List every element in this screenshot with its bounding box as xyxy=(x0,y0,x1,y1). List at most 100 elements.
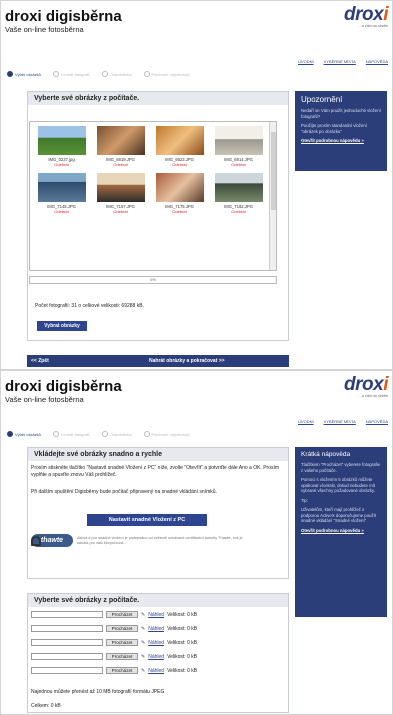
sidebar-text: Uživatelům, kteří mají prohlížeč s podpo… xyxy=(301,507,377,523)
preview-icon: ✎ xyxy=(141,653,146,660)
brand: droxi digisběrna Vaše on-line fotosběrna xyxy=(5,378,122,405)
preview-icon: ✎ xyxy=(141,625,146,632)
droxi-logo[interactable]: droxi ...a cítím se skvěle xyxy=(344,5,388,28)
step-dot xyxy=(52,431,59,437)
file-upload-row: Procházet ✎ Náhled Velikost: 0 kB xyxy=(31,653,197,660)
photo-thumbnail[interactable] xyxy=(96,126,145,155)
sidebar-title: Upozornění xyxy=(301,95,343,104)
remove-photo-link[interactable]: Odebrat xyxy=(211,162,266,167)
step-1: Výběr obrázků xyxy=(7,71,41,77)
brand-title: droxi digisběrna xyxy=(5,8,122,25)
logo-accent-letter: i xyxy=(383,4,388,25)
file-path-input[interactable] xyxy=(31,639,103,646)
step-2: Formát fotografií xyxy=(52,71,90,77)
brand-title: droxi digisběrna xyxy=(5,378,122,395)
screen-upload-gallery: droxi digisběrna Vaše on-line fotosběrna… xyxy=(0,0,393,370)
step-indicator: Výběr obrázků Formát fotografií Objednáv… xyxy=(7,431,190,437)
panel-title: Vkládejte své obrázky snadno a rychle xyxy=(28,448,288,461)
photo-thumbnail[interactable] xyxy=(214,126,263,155)
scrollbar-thumb[interactable] xyxy=(271,132,276,210)
file-upload-row: Procházet ✎ Náhled Velikost: 0 kB xyxy=(31,667,197,674)
file-size-text: Velikost: 0 kB xyxy=(167,667,198,674)
sidebar-text: Nedaří se Vám použít jednoduché vložení … xyxy=(301,108,381,119)
thumbnail-item: IMG_7175.JPG Odebrat xyxy=(152,173,207,214)
top-link-help[interactable]: NÁPOVĚDA xyxy=(366,59,388,64)
preview-link[interactable]: Náhled xyxy=(148,668,164,674)
file-size-text: Velikost: 0 kB xyxy=(167,653,198,660)
file-path-input[interactable] xyxy=(31,625,103,632)
file-path-input[interactable] xyxy=(31,667,103,674)
photo-thumbnail[interactable] xyxy=(37,173,86,202)
upload-continue-button[interactable]: Nahrát obrázky a pokračovat >> xyxy=(149,358,225,364)
progress-label: 0% xyxy=(150,277,156,282)
thumbnail-gallery[interactable]: IMG_0237.jpg Odebrat IMG_6619.JPG Odebrat IM… xyxy=(29,121,277,271)
preview-link[interactable]: Náhled xyxy=(148,612,164,618)
preview-link[interactable]: Náhled xyxy=(148,654,164,660)
sidebar-text: Použijte prosím standardní vložení "obrá… xyxy=(301,123,367,134)
file-upload-row: Procházet ✎ Náhled Velikost: 0 kB xyxy=(31,625,197,632)
top-link-home[interactable]: ÚVODNÍ xyxy=(298,419,314,424)
step-dot xyxy=(52,71,59,77)
step-3: Objednávka xyxy=(102,431,132,437)
top-link-places[interactable]: VYBĚRNÉ MÍSTA xyxy=(324,419,356,424)
logo-wordmark: droxi xyxy=(344,375,388,394)
droxi-logo[interactable]: droxi ...a cítím se skvěle xyxy=(344,375,388,398)
remove-photo-link[interactable]: Odebrat xyxy=(34,162,89,167)
file-size-text: Velikost: 0 kB xyxy=(167,611,198,618)
logo-text: drox xyxy=(344,4,384,25)
remove-photo-link[interactable]: Odebrat xyxy=(93,209,148,214)
panel-title: Vyberte své obrázky z počítače. xyxy=(28,92,288,105)
photo-thumbnail[interactable] xyxy=(96,173,145,202)
warning-sidebar: Upozornění Nedaří se Vám použít jednoduc… xyxy=(295,91,387,171)
gallery-scrollbar[interactable] xyxy=(269,122,276,270)
remove-photo-link[interactable]: Odebrat xyxy=(152,162,207,167)
photo-thumbnail[interactable] xyxy=(214,173,263,202)
preview-link[interactable]: Náhled xyxy=(148,640,164,646)
remove-photo-link[interactable]: Odebrat xyxy=(34,209,89,214)
screen-easy-upload: droxi digisběrna Vaše on-line fotosběrna… xyxy=(0,370,393,715)
photo-thumbnail[interactable] xyxy=(155,173,204,202)
step-dot xyxy=(7,71,13,77)
sidebar-text: Tlačítkem "Procházet" vyberete fotografi… xyxy=(301,462,380,473)
sidebar-text: Tip: xyxy=(301,497,309,503)
photo-thumbnail[interactable] xyxy=(155,126,204,155)
top-link-home[interactable]: ÚVODNÍ xyxy=(298,59,314,64)
top-links: ÚVODNÍ VYBĚRNÉ MÍSTA NÁPOVĚDA xyxy=(298,419,388,424)
remove-photo-link[interactable]: Odebrat xyxy=(211,209,266,214)
browse-button[interactable]: Procházet xyxy=(106,653,138,660)
preview-icon: ✎ xyxy=(141,667,146,674)
sidebar-help-link[interactable]: Otevřít podrobnou nápovědu » xyxy=(295,136,387,145)
step-1: Výběr obrázků xyxy=(7,431,41,437)
preview-link[interactable]: Náhled xyxy=(148,626,164,632)
instructions-text: Při dalším spuštění Digisběrny bude počí… xyxy=(31,489,217,495)
file-path-input[interactable] xyxy=(31,653,103,660)
preview-icon: ✎ xyxy=(141,611,146,618)
browse-button[interactable]: Procházet xyxy=(106,639,138,646)
step-dot xyxy=(102,431,109,437)
sidebar-title: Krátká nápověda xyxy=(301,451,351,458)
thumbnail-item: IMG_7157.JPG Odebrat xyxy=(93,173,148,214)
browse-button[interactable]: Procházet xyxy=(106,611,138,618)
remove-photo-link[interactable]: Odebrat xyxy=(152,209,207,214)
top-links: ÚVODNÍ VYBĚRNÉ MÍSTA NÁPOVĚDA xyxy=(298,59,388,64)
browse-button[interactable]: Procházet xyxy=(106,625,138,632)
setup-easy-upload-button[interactable]: Nastavit snadné Vložení z PC xyxy=(87,514,207,526)
thumbnail-item: IMG_7182.JPG Odebrat xyxy=(211,173,266,214)
step-dot xyxy=(7,431,13,437)
remove-photo-link[interactable]: Odebrat xyxy=(93,162,148,167)
file-path-input[interactable] xyxy=(31,611,103,618)
file-upload-row: Procházet ✎ Náhled Velikost: 0 kB xyxy=(31,639,197,646)
browse-button[interactable]: Procházet xyxy=(106,667,138,674)
sidebar-help-link[interactable]: Otevřít podrobnou nápovědu » xyxy=(295,526,387,535)
logo-accent-letter: i xyxy=(383,374,388,395)
choose-images-button[interactable]: Vybrat obrázky xyxy=(37,321,87,331)
step-3: Objednávka xyxy=(102,71,132,77)
photo-thumbnail[interactable] xyxy=(37,126,86,155)
file-size-text: Velikost: 0 kB xyxy=(167,625,198,632)
back-button[interactable]: << Zpět xyxy=(31,358,49,364)
step-indicator: Výběr obrázků Formát fotografií Objednáv… xyxy=(7,71,190,77)
file-size-text: Velikost: 0 kB xyxy=(167,639,198,646)
top-link-places[interactable]: VYBĚRNÉ MÍSTA xyxy=(324,59,356,64)
lock-icon xyxy=(31,535,41,546)
top-link-help[interactable]: NÁPOVĚDA xyxy=(366,419,388,424)
